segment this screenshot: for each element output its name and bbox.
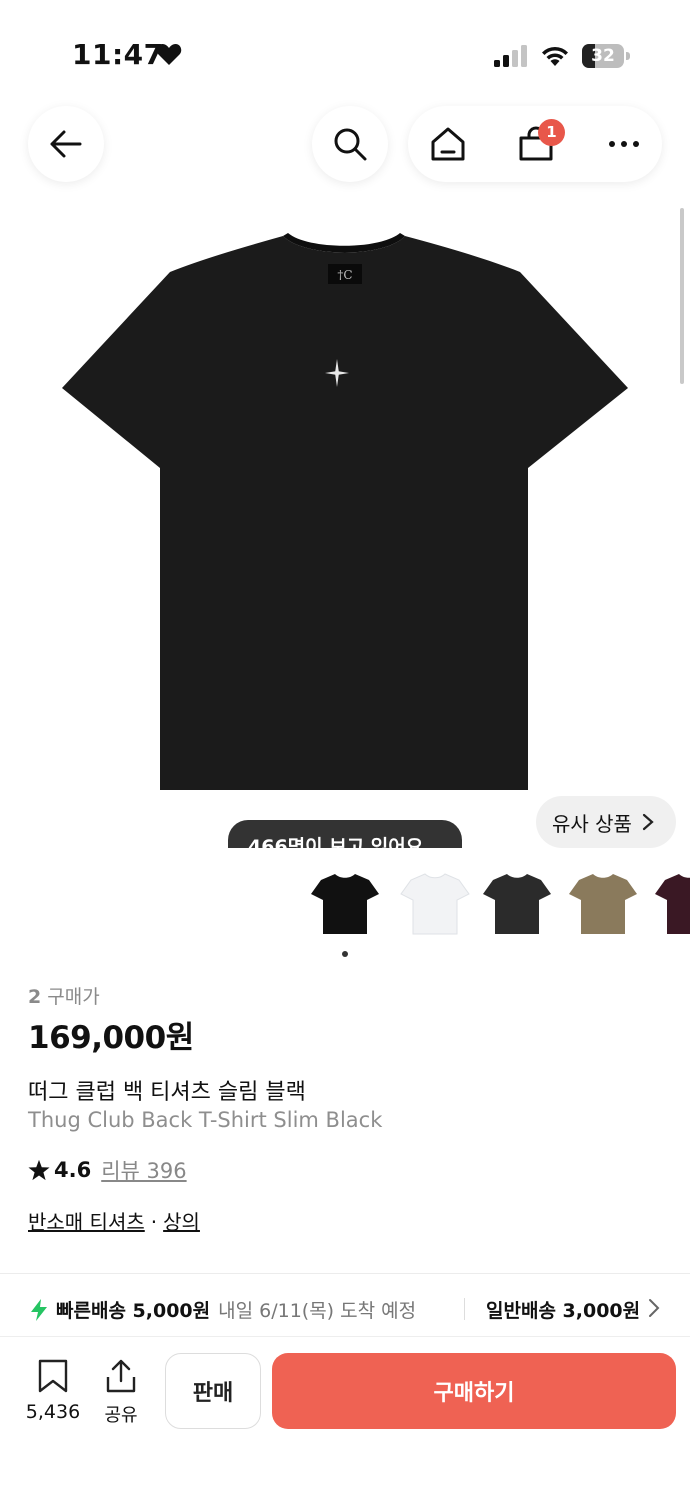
star-icon [28,1159,50,1181]
heart-icon [156,44,182,65]
purchase-count-value: 2 [28,986,42,1008]
color-thumbnail[interactable] [304,862,386,944]
share-icon [106,1359,136,1393]
tshirt-thumbnail-image [483,874,551,934]
more-icon [609,141,639,147]
search-button[interactable] [312,106,388,182]
nav-actions-group [408,106,662,182]
viewers-badge: 466명이 보고 있어요 [228,820,462,848]
tshirt-thumbnail-image [400,873,470,935]
cart-count-badge: 1 [538,119,565,146]
shipping-separator [464,1298,465,1320]
color-thumbnail[interactable] [394,862,476,944]
cart-button[interactable] [498,106,574,182]
shipping-options[interactable]: 빠른배송 5,000원 내일 6/11(목) 도착 예정 일반배송 3,000원 [0,1284,690,1334]
color-thumbnail[interactable] [648,862,690,944]
color-thumbnail[interactable] [562,862,644,944]
fast-shipping-eta: 내일 6/11(목) 도착 예정 [218,1300,417,1322]
rating-value: 4.6 [54,1158,92,1182]
category-link-tshirts[interactable]: 반소매 티셔츠 [28,1210,145,1234]
gallery-page-indicator [342,951,348,957]
similar-products-button[interactable]: 유사 상품 [536,796,676,848]
product-price: 169,000원 [28,1020,194,1056]
product-image[interactable]: †C [0,200,690,848]
wifi-icon [542,46,568,66]
category-separator: · [150,1210,158,1234]
product-rating: 4.6 리뷰 396 [28,1155,187,1185]
back-button[interactable] [28,106,104,182]
status-time: 11:47 [72,38,164,71]
similar-products-label: 유사 상품 [552,811,632,836]
purchase-count: 2 구매가 [28,982,100,1009]
bookmark-button[interactable]: 5,436 [18,1359,88,1423]
buy-button[interactable]: 구매하기 [272,1353,676,1429]
scrollbar[interactable] [680,208,684,384]
status-bar: 11:47 32 [0,0,690,100]
more-button[interactable] [586,106,662,182]
bookmark-icon [38,1359,68,1393]
category-breadcrumb: 반소매 티셔츠 · 상의 [28,1206,200,1235]
tshirt-thumbnail-image [655,874,690,934]
battery-icon: 32 [582,44,630,68]
tshirt-thumbnail-image [311,874,379,934]
product-title-korean: 떠그 클럽 백 티셔츠 슬림 블랙 [28,1080,306,1105]
bookmark-count: 5,436 [25,1401,81,1423]
home-button[interactable] [410,106,486,182]
battery-level: 32 [591,46,615,66]
signal-icon [494,45,527,67]
product-title-english: Thug Club Back T-Shirt Slim Black [28,1108,383,1132]
home-icon [431,127,465,161]
fast-shipping-label: 빠른배송 5,000원 [56,1300,211,1322]
section-divider [0,1273,690,1274]
category-link-tops[interactable]: 상의 [163,1210,200,1234]
normal-shipping-label[interactable]: 일반배송 3,000원 [486,1296,640,1323]
share-label: 공유 [104,1405,138,1426]
svg-text:†C: †C [337,268,352,282]
chevron-right-icon [642,813,654,831]
back-arrow-icon [50,130,82,158]
sell-button[interactable]: 판매 [165,1353,261,1429]
review-link[interactable]: 리뷰 396 [101,1155,186,1185]
tshirt-thumbnail-image [569,874,637,934]
product-detail-page: 11:47 32 †C 1 466명이 보고 있어요 유사 상품 2 구매가 1… [0,0,690,1500]
share-button[interactable]: 공유 [96,1359,146,1427]
color-thumbnail[interactable] [476,862,558,944]
tshirt-image: †C [62,233,628,790]
bottom-action-bar: 5,436 공유 판매 구매하기 [0,1336,690,1500]
lightning-icon [31,1298,47,1321]
search-icon [334,128,367,161]
purchase-count-label: 구매가 [47,986,100,1008]
fast-shipping[interactable]: 빠른배송 5,000원 내일 6/11(목) 도착 예정 [30,1296,416,1323]
chevron-right-icon[interactable] [648,1298,660,1318]
viewers-text: 466명이 보고 있어요 [248,836,424,848]
